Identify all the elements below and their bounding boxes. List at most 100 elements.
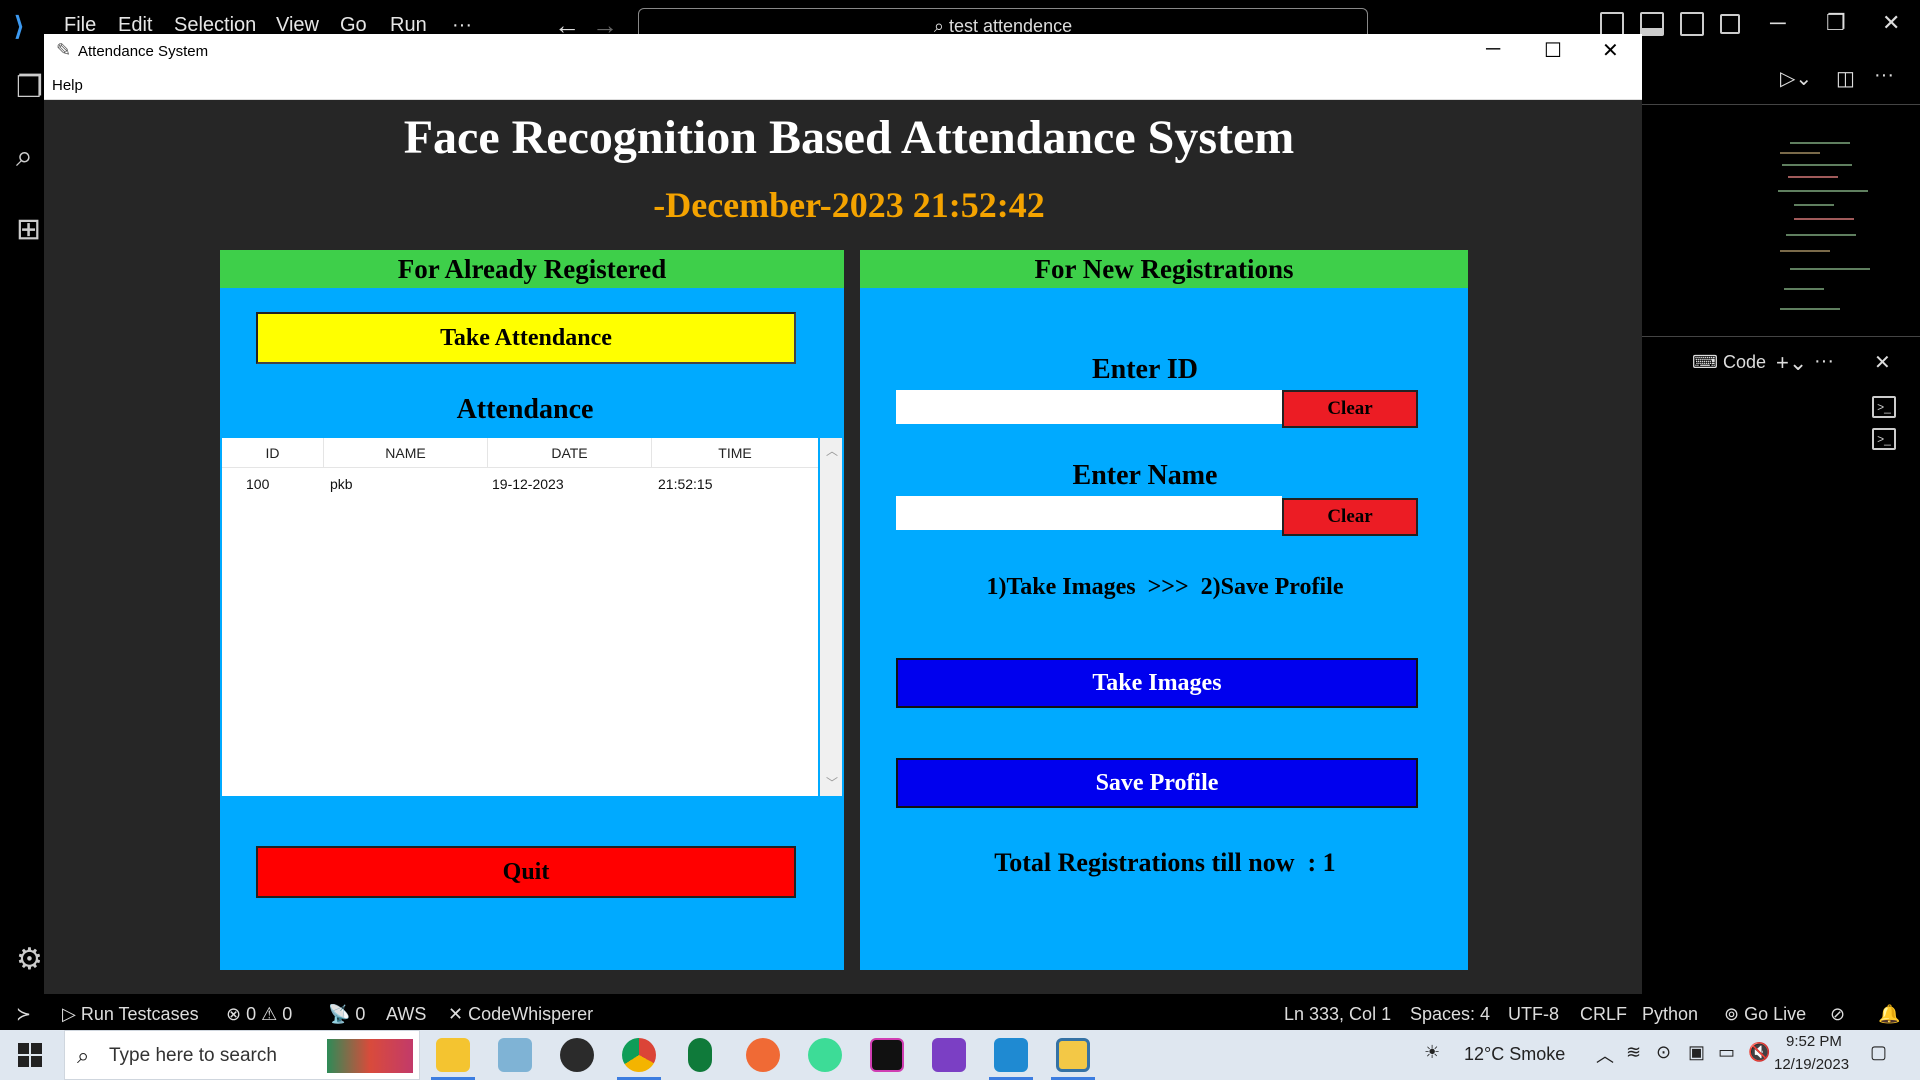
cell-id: 100: [246, 476, 270, 492]
indentation[interactable]: Spaces: 4: [1410, 1004, 1490, 1025]
search-view-icon[interactable]: ⌕: [16, 140, 33, 174]
toggle-secondary-sidebar-icon[interactable]: [1680, 12, 1704, 36]
visual-studio-icon[interactable]: [932, 1038, 966, 1072]
table-scrollbar[interactable]: ︿ ﹀: [820, 438, 842, 796]
wifi-icon[interactable]: ≋: [1626, 1042, 1641, 1063]
notepad-app-icon[interactable]: [498, 1038, 532, 1072]
language-mode[interactable]: Python: [1642, 1004, 1698, 1025]
take-attendance-button[interactable]: Take Attendance: [256, 312, 796, 364]
action-center-icon[interactable]: ▢: [1870, 1042, 1887, 1063]
taskbar-time[interactable]: 9:52 PM: [1786, 1033, 1842, 1050]
editor-more-icon[interactable]: ···: [1874, 64, 1894, 87]
toggle-primary-sidebar-icon[interactable]: [1600, 12, 1624, 36]
terminal-instance-icon[interactable]: >_: [1872, 396, 1896, 418]
customize-layout-icon[interactable]: [1720, 14, 1740, 34]
clear-name-button[interactable]: Clear: [1282, 498, 1418, 536]
app-minimize-icon[interactable]: ─: [1486, 38, 1500, 61]
terminal-tab-label: Code: [1722, 352, 1767, 372]
show-hidden-icons[interactable]: ︿: [1596, 1042, 1614, 1068]
taskbar-search-box[interactable]: ⌕ Type here to search: [64, 1030, 420, 1080]
windows-start-icon[interactable]: [18, 1043, 42, 1067]
toggle-panel-icon[interactable]: [1640, 12, 1664, 36]
explorer-icon[interactable]: ❐: [16, 70, 43, 105]
app-green-icon[interactable]: [808, 1038, 842, 1072]
intellij-icon[interactable]: [870, 1038, 904, 1072]
panel-close-icon[interactable]: ✕: [1874, 350, 1891, 375]
codewhisperer-item[interactable]: ✕ CodeWhisperer: [448, 1004, 593, 1025]
file-explorer-icon[interactable]: [436, 1038, 470, 1072]
app-maximize-icon[interactable]: ☐: [1544, 38, 1562, 63]
remote-icon[interactable]: ≻: [16, 1004, 31, 1025]
extensions-icon[interactable]: ⊞: [16, 212, 41, 247]
warning-icon: ⚠: [261, 1004, 283, 1024]
chrome-icon[interactable]: [622, 1038, 656, 1072]
minimap[interactable]: [1770, 138, 1900, 328]
vscode-status-bar: ≻ ▷ Run Testcases ⊗ 0 ⚠ 0 📡 0 AWS ✕ Code…: [0, 1000, 1920, 1030]
encoding[interactable]: UTF-8: [1508, 1004, 1559, 1025]
app-close-icon[interactable]: ✕: [1602, 38, 1619, 63]
search-icon: ⌕: [933, 16, 949, 36]
settings-gear-icon[interactable]: ⚙: [16, 942, 43, 977]
terminal-icon: ⌨: [1692, 352, 1723, 372]
scroll-down-icon[interactable]: ﹀: [826, 774, 838, 791]
cell-date: 19-12-2023: [492, 476, 564, 492]
vscode-close-icon[interactable]: ✕: [1882, 10, 1900, 36]
menu-help[interactable]: Help: [52, 77, 83, 94]
panel-more-icon[interactable]: ···: [1814, 350, 1834, 373]
registered-frame: For Already Registered Take Attendance A…: [220, 250, 844, 970]
mongodb-icon[interactable]: [688, 1038, 712, 1072]
take-images-button[interactable]: Take Images: [896, 658, 1418, 708]
run-icon[interactable]: ▷⌄: [1780, 66, 1812, 91]
media-player-icon[interactable]: [560, 1038, 594, 1072]
save-profile-button[interactable]: Save Profile: [896, 758, 1418, 808]
run-testcases-label: Run Testcases: [80, 1004, 199, 1024]
postman-icon[interactable]: [746, 1038, 780, 1072]
enter-name-label: Enter Name: [1072, 460, 1218, 491]
app-titlebar: ✎ Attendance System ─ ☐ ✕: [44, 34, 1642, 70]
quit-button[interactable]: Quit: [256, 846, 796, 898]
python-tk-icon[interactable]: [1056, 1038, 1090, 1072]
broadcast-icon: 📡: [328, 1004, 356, 1024]
cell-name: pkb: [330, 476, 353, 492]
display-icon[interactable]: ▣: [1688, 1042, 1705, 1063]
column-header-name[interactable]: NAME: [324, 438, 488, 468]
terminal-instance-icon[interactable]: >_: [1872, 428, 1896, 450]
vscode-taskbar-icon[interactable]: [994, 1038, 1028, 1072]
notifications-bell-icon[interactable]: 🔔: [1878, 1004, 1900, 1025]
new-terminal-icon[interactable]: +⌄: [1776, 350, 1807, 376]
taskbar-date[interactable]: 12/19/2023: [1774, 1056, 1849, 1073]
problems-item[interactable]: ⊗ 0 ⚠ 0: [226, 1004, 292, 1025]
attendance-app-window: ✎ Attendance System ─ ☐ ✕ Help Face Reco…: [44, 34, 1642, 994]
volume-muted-icon[interactable]: 🔇: [1748, 1042, 1770, 1063]
attendance-table[interactable]: ID NAME DATE TIME 100 pkb 19-12-2023 21:…: [222, 438, 818, 796]
scroll-up-icon[interactable]: ︿: [826, 442, 838, 459]
taskbar-search-placeholder: Type here to search: [109, 1045, 277, 1066]
vscode-minimize-icon[interactable]: ─: [1770, 10, 1786, 36]
column-header-date[interactable]: DATE: [488, 438, 652, 468]
x-icon: ✕: [448, 1004, 469, 1024]
weather-text[interactable]: 12°C Smoke: [1464, 1044, 1565, 1065]
go-live-item[interactable]: ⊚ Go Live: [1724, 1004, 1806, 1025]
name-input[interactable]: [896, 496, 1282, 530]
column-header-id[interactable]: ID: [222, 438, 324, 468]
column-header-time[interactable]: TIME: [652, 438, 818, 468]
vscode-restore-icon[interactable]: ❐: [1826, 10, 1846, 36]
clear-id-button[interactable]: Clear: [1282, 390, 1418, 428]
end-of-line[interactable]: CRLF: [1580, 1004, 1627, 1025]
no-bell-icon[interactable]: ⊘: [1830, 1004, 1845, 1025]
editor-divider: [1642, 104, 1920, 105]
aws-item[interactable]: AWS: [386, 1004, 426, 1025]
weather-icon[interactable]: ☀: [1424, 1042, 1440, 1063]
id-input[interactable]: [896, 390, 1282, 424]
desktop-screen: ⟩ File Edit Selection View Go Run ··· ← …: [0, 0, 1920, 1080]
meet-now-icon[interactable]: ⊙: [1656, 1042, 1671, 1063]
panel-divider: [1642, 336, 1920, 337]
cell-time: 21:52:15: [658, 476, 713, 492]
split-editor-icon[interactable]: ◫: [1836, 66, 1855, 91]
ports-item[interactable]: 📡 0: [328, 1004, 365, 1025]
terminal-tab[interactable]: ⌨ Code: [1692, 352, 1766, 373]
attendance-table-header: ID NAME DATE TIME: [222, 438, 818, 468]
battery-icon[interactable]: ▭: [1718, 1042, 1735, 1063]
run-testcases-item[interactable]: ▷ Run Testcases: [62, 1004, 199, 1025]
cursor-position[interactable]: Ln 333, Col 1: [1284, 1004, 1391, 1025]
